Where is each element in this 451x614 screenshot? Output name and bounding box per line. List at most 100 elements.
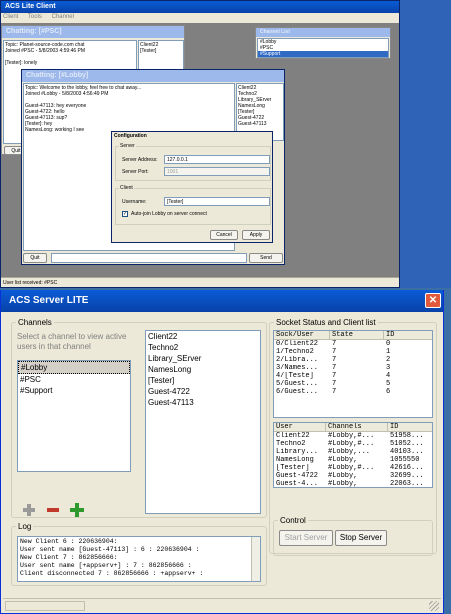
sock-row-cell: 4	[386, 372, 391, 380]
channel-user[interactable]: [Tester]	[148, 375, 260, 386]
user-row-cell: Techno2	[276, 440, 306, 448]
user-row[interactable]: Library... #Lobby,... 40103...	[274, 448, 432, 456]
user-col-header[interactable]: User	[274, 423, 326, 431]
user-row[interactable]: Guest-4722 #Lobby, 32699...	[274, 472, 432, 480]
sock-row[interactable]: 5/Guest... 7 5	[274, 380, 432, 388]
sock-row[interactable]: 0/Client22 7 0	[274, 340, 432, 348]
server-port-value: 1001	[167, 169, 179, 175]
server-port-input[interactable]: 1001	[164, 167, 270, 176]
server-title: ACS Server LITE	[9, 295, 89, 306]
psc-titlebar[interactable]: Chatting: [#PSC]	[2, 26, 184, 38]
user-row-cell: #Lobby,	[328, 472, 358, 480]
user-row-cell: 32699...	[390, 472, 424, 480]
edit-channel-button[interactable]	[21, 502, 37, 518]
lobby-message-input[interactable]	[51, 253, 247, 263]
add-channel-button[interactable]	[69, 502, 85, 518]
server-titlebar[interactable]: ACS Server LITE	[1, 290, 443, 312]
user-col-header[interactable]: Channels	[326, 423, 388, 431]
sock-row[interactable]: 2/Libra... 7 2	[274, 356, 432, 364]
status-panel	[5, 601, 85, 611]
remove-channel-button[interactable]	[45, 502, 61, 518]
stop-server-button[interactable]: Stop Server	[335, 530, 387, 546]
lobby-send-button[interactable]: Send	[249, 253, 283, 263]
psc-user[interactable]: [Tester]	[140, 48, 182, 54]
server-log[interactable]: New Client 6 : 220636904: User sent name…	[17, 536, 261, 582]
channel-user[interactable]: NamesLong	[148, 364, 260, 375]
user-row-cell: 51958...	[390, 432, 424, 440]
autojoin-checkbox[interactable]: ✓	[122, 211, 128, 217]
user-row-cell: 1055550	[390, 456, 420, 464]
lobby-quit-button[interactable]: Quit	[23, 253, 47, 263]
server-channel-item[interactable]: #Lobby	[18, 361, 130, 374]
channel-user-list[interactable]: Client22 Techno2 Library_SErver NamesLon…	[145, 330, 261, 514]
menu-tools[interactable]: Tools	[28, 14, 42, 20]
server-address-value: 127.0.0.1	[167, 157, 188, 163]
start-server-button[interactable]: Start Server	[279, 530, 333, 546]
sock-row-cell: 6/Guest...	[276, 388, 319, 396]
server-address-input[interactable]: 127.0.0.1	[164, 155, 270, 164]
config-titlebar[interactable]: Configuration	[112, 132, 272, 140]
user-row[interactable]: [Tester] #Lobby,#... 42616...	[274, 464, 432, 472]
user-row[interactable]: Guest-4... #Lobby, 22063...	[274, 480, 432, 488]
sock-row-cell: 7	[332, 372, 337, 380]
client-status-text: User list received: #PSC	[3, 280, 58, 286]
channel-user[interactable]: Library_SErver	[148, 353, 260, 364]
user-row-cell: #Lobby,#...	[328, 432, 375, 440]
log-scrollbar[interactable]	[251, 537, 260, 581]
resize-grip-icon[interactable]	[429, 601, 439, 611]
server-port-label: Server Port:	[122, 169, 149, 175]
lobby-user[interactable]: Guest-47113	[238, 121, 282, 127]
client-channel-list[interactable]: #Lobby #PSC #Support	[257, 38, 389, 58]
user-col-header[interactable]: ID	[388, 423, 432, 431]
sock-row-cell: 5/Guest...	[276, 380, 319, 388]
client-menubar: Client Tools Channel	[1, 13, 399, 22]
menu-channel[interactable]: Channel	[52, 14, 74, 20]
config-apply-button[interactable]: Apply	[242, 230, 270, 240]
autojoin-label[interactable]: Auto-join Lobby on server connect	[131, 211, 207, 217]
sock-row-cell: 3/Names...	[276, 364, 319, 372]
user-row-cell: #Lobby,	[328, 456, 358, 464]
user-row[interactable]: Client22 #Lobby,#... 51958...	[274, 432, 432, 440]
sock-row[interactable]: 6/Guest... 7 6	[274, 388, 432, 396]
client-channel-item[interactable]: #Support	[258, 51, 388, 57]
server-close-button[interactable]: ✕	[425, 293, 441, 308]
sock-row-cell: 6	[386, 388, 391, 396]
user-row[interactable]: Techno2 #Lobby,#... 51052...	[274, 440, 432, 448]
sock-row[interactable]: 1/Techno2 7 1	[274, 348, 432, 356]
user-row-cell: 51052...	[390, 440, 424, 448]
psc-line: [Tester]: lonely	[5, 60, 38, 66]
config-cancel-button[interactable]: Cancel	[210, 230, 238, 240]
server-address-label: Server Address:	[122, 157, 158, 163]
channel-list-titlebar[interactable]: Channel List	[256, 28, 390, 37]
channel-user[interactable]: Guest-4722	[148, 386, 260, 397]
channels-group-label: Channels	[18, 318, 52, 327]
plus-icon	[70, 503, 84, 517]
user-row[interactable]: NamesLong #Lobby, 1055550	[274, 456, 432, 464]
channel-user[interactable]: Techno2	[148, 342, 260, 353]
channel-user[interactable]: Guest-47113	[148, 397, 260, 408]
sock-row-cell: 2	[386, 356, 391, 364]
menu-client[interactable]: Client	[3, 14, 18, 20]
channel-user[interactable]: Client22	[148, 331, 260, 342]
sock-col-header[interactable]: Sock/User	[274, 331, 330, 339]
sock-table[interactable]: Sock/User State ID 0/Client22 7 0 1/Techno2…	[273, 330, 433, 418]
channel-list-title: Channel List	[260, 29, 291, 35]
server-channel-list[interactable]: #Lobby #PSC #Support	[17, 360, 131, 472]
user-row-cell: 22063...	[390, 480, 424, 488]
user-row-cell: 42616...	[390, 464, 424, 472]
server-channel-item[interactable]: #PSC	[18, 374, 130, 385]
user-table-header: User Channels ID	[274, 423, 432, 432]
sock-row[interactable]: 4/[Teste] 7 4	[274, 372, 432, 380]
desktop-strip	[400, 0, 451, 288]
client-titlebar[interactable]: ACS Lite Client	[1, 1, 399, 13]
sock-row-cell: 0	[386, 340, 391, 348]
client-title: ACS Lite Client	[5, 3, 56, 10]
lobby-titlebar[interactable]: Chatting: [#Lobby]	[22, 70, 284, 82]
sock-row[interactable]: 3/Names... 7 3	[274, 364, 432, 372]
sock-col-header[interactable]: ID	[384, 331, 432, 339]
user-table[interactable]: User Channels ID Client22 #Lobby,#... 5195…	[273, 422, 433, 488]
sock-col-header[interactable]: State	[330, 331, 384, 339]
username-input[interactable]: [Tester]	[164, 197, 270, 206]
server-group-label: Server	[120, 143, 135, 149]
server-channel-item[interactable]: #Support	[18, 385, 130, 396]
